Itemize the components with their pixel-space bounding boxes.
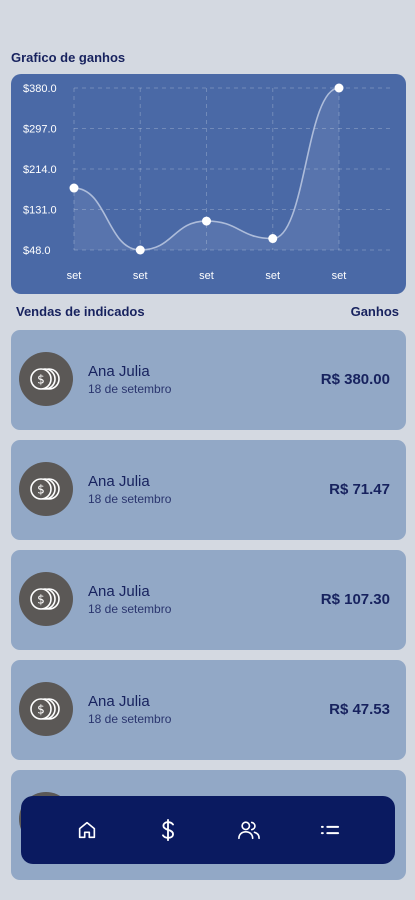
- x-tick-label: set: [332, 270, 347, 282]
- chart-title: Grafico de ganhos: [11, 50, 126, 65]
- users-icon: [237, 821, 260, 840]
- sale-date: 18 de setembro: [88, 492, 172, 506]
- earnings-chart-svg: $380.0 $297.0 $214.0 $131.0 $48.0 set set set se…: [23, 83, 394, 282]
- sale-date: 18 de setembro: [88, 712, 172, 726]
- sale-item[interactable]: $ Ana Julia 18 de setembro R$ 71.47: [11, 440, 406, 540]
- bottom-nav: [21, 796, 395, 864]
- sale-item[interactable]: $ Ana Julia 18 de setembro R$ 47.53: [11, 660, 406, 760]
- sale-amount: R$ 47.53: [329, 701, 390, 718]
- home-icon: [78, 821, 95, 839]
- y-tick-label: $214.0: [23, 164, 57, 176]
- nav-list-button[interactable]: [310, 810, 350, 850]
- data-point: [334, 83, 344, 93]
- sale-amount: R$ 71.47: [329, 481, 390, 498]
- sale-item[interactable]: $ Ana Julia 18 de setembro R$ 107.30: [11, 550, 406, 650]
- sale-name: Ana Julia: [88, 583, 150, 600]
- nav-earnings-button[interactable]: [148, 810, 188, 850]
- nav-home-button[interactable]: [67, 810, 107, 850]
- coins-icon: $: [19, 462, 73, 516]
- coins-icon: $: [19, 352, 73, 406]
- sale-amount: R$ 107.30: [320, 591, 390, 608]
- coins-icon: $: [19, 682, 73, 736]
- dollar-icon: [161, 819, 174, 841]
- section-title-earnings: Ganhos: [350, 304, 399, 319]
- sale-name: Ana Julia: [88, 693, 150, 710]
- data-point: [268, 234, 278, 244]
- nav-referrals-button[interactable]: [229, 810, 269, 850]
- sale-name: Ana Julia: [88, 363, 150, 380]
- sale-amount: R$ 380.00: [320, 371, 390, 388]
- y-tick-label: $48.0: [23, 245, 51, 257]
- svg-text:$: $: [37, 703, 45, 717]
- data-point: [69, 183, 79, 193]
- list-icon: [320, 825, 339, 835]
- coins-icon: $: [19, 572, 73, 626]
- svg-text:$: $: [37, 373, 45, 387]
- x-tick-label: set: [133, 270, 148, 282]
- data-point: [202, 216, 211, 226]
- earnings-chart: $380.0 $297.0 $214.0 $131.0 $48.0 set set set se…: [11, 74, 406, 294]
- x-tick-label: set: [199, 270, 214, 282]
- sale-date: 18 de setembro: [88, 382, 172, 396]
- sale-name: Ana Julia: [88, 473, 150, 490]
- y-tick-label: $131.0: [23, 205, 57, 217]
- svg-text:$: $: [37, 483, 45, 497]
- svg-text:$: $: [37, 593, 45, 607]
- y-tick-label: $297.0: [23, 124, 57, 136]
- sale-item[interactable]: $ Ana Julia 18 de setembro R$ 380.00: [11, 330, 406, 430]
- sale-date: 18 de setembro: [88, 602, 172, 616]
- section-title-referral-sales: Vendas de indicados: [16, 304, 145, 319]
- data-point: [135, 245, 145, 255]
- x-tick-label: set: [265, 270, 280, 282]
- y-tick-label: $380.0: [23, 83, 57, 95]
- x-tick-label: set: [67, 270, 82, 282]
